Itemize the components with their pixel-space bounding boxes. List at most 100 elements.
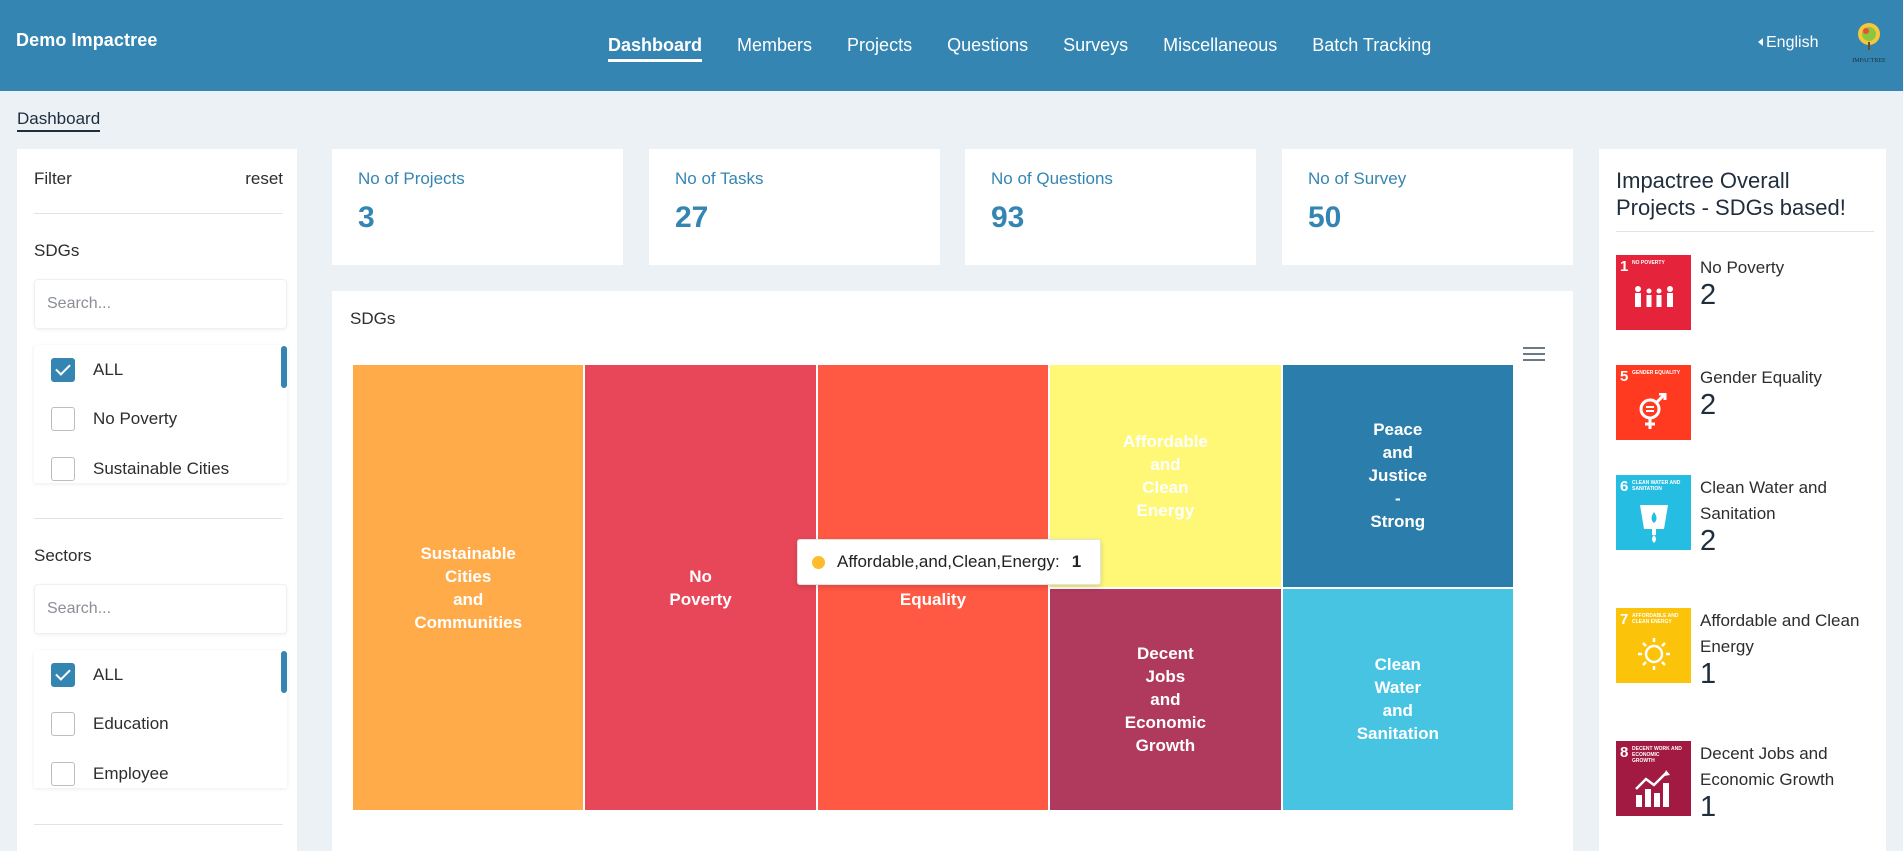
stat-value: 93 [991,201,1025,234]
treemap-tile-label: Decent Jobs and Economic Growth [1124,643,1206,755]
sdg-count: 2 [1700,389,1717,421]
sdgs-treemap: Sustainable Cities and Communities No Pov… [352,364,1514,811]
nav-members[interactable]: Members [737,29,812,62]
option-label: Education [93,714,169,734]
checkbox-checked[interactable] [51,662,75,687]
divider [34,824,283,825]
checkbox[interactable] [51,712,75,737]
sdg-count: 1 [1700,658,1717,690]
stat-value: 27 [675,201,709,234]
chart-tooltip: Affordable,and,Clean,Energy: 1 [797,539,1101,585]
stat-value: 50 [1308,201,1342,234]
treemap-tile[interactable]: Gender Equality [816,364,1050,811]
sdgs-filter-title: SDGs [34,241,80,260]
option-label: No Poverty [93,409,178,429]
option-label: ALL [93,664,124,684]
logo-text: IMPACTREE [1852,58,1886,64]
top-navbar: Demo Impactree Dashboard Members Project… [0,0,1903,91]
sector-option-education[interactable]: Education [34,700,287,750]
filter-header: Filter reset [34,169,283,189]
nav-questions[interactable]: Questions [947,29,1028,62]
nav-projects[interactable]: Projects [847,29,912,62]
treemap-tile[interactable]: No Poverty [584,364,817,811]
sdg-7-tile: 7 AFFORDABLE AND CLEAN ENERGY [1616,608,1691,683]
main-nav: Dashboard Members Projects Questions Sur… [608,0,1466,91]
sdg-count: 1 [1700,791,1717,823]
stat-label: No of Questions [991,169,1113,188]
treemap-tile[interactable]: Decent Jobs and Economic Growth [1049,587,1282,811]
sdg-8-tile: 8 DECENT WORK AND ECONOMIC GROWTH [1616,741,1691,816]
sectors-search-input[interactable] [34,584,287,634]
stat-card-tasks: No of Tasks 27 [649,149,940,265]
stat-label: No of Survey [1308,169,1407,188]
nav-surveys[interactable]: Surveys [1063,29,1128,62]
gender-icon [1639,393,1667,429]
sdg-item-decent-jobs: 8 DECENT WORK AND ECONOMIC GROWTH Decent… [1616,741,1876,823]
sdg-item-no-poverty: 1 NO POVERTY No Poverty 2 [1616,255,1876,330]
sdg-item-gender-equality: 5 GENDER EQUALITY Gender Equality 2 [1616,365,1876,440]
chart-title: SDGs [350,309,396,328]
checkbox-checked[interactable] [51,357,75,382]
sdg-option-no-poverty[interactable]: No Poverty [34,395,287,445]
tooltip-label: Affordable,and,Clean,Energy: [837,552,1060,571]
stat-label: No of Tasks [675,169,764,188]
sdg-item-affordable-energy: 7 AFFORDABLE AND CLEAN ENERGY Affordable… [1616,608,1876,690]
sdg-count: 2 [1700,525,1717,557]
scrollbar-thumb[interactable] [281,651,287,693]
treemap-tile[interactable]: Sustainable Cities and Communities [352,364,585,811]
stat-card-surveys: No of Survey 50 [1282,149,1573,265]
treemap-tile-label: Sustainable Cities and Communities [414,543,523,632]
sdgs-checklist[interactable]: ALL No Poverty Sustainable Cities [34,345,287,483]
stat-value: 3 [358,201,375,234]
divider [34,213,283,214]
sdgs-search-input[interactable] [34,279,287,329]
option-label: Sustainable Cities [93,458,230,478]
caret-left-icon [1758,38,1763,46]
divider [34,518,283,519]
sdg-option-sustainable-cities[interactable]: Sustainable Cities [34,444,287,483]
water-icon [1640,505,1668,543]
sdg-1-tile: 1 NO POVERTY [1616,255,1691,330]
people-icon [1635,286,1673,307]
nav-miscellaneous[interactable]: Miscellaneous [1163,29,1277,62]
scrollbar-thumb[interactable] [281,346,287,388]
sdg-6-tile: 6 CLEAN WATER AND SANITATION [1616,475,1691,550]
sdg-name: No Poverty [1700,258,1785,277]
breadcrumb[interactable]: Dashboard [17,109,101,132]
nav-dashboard[interactable]: Dashboard [608,29,703,62]
checkbox[interactable] [51,407,75,432]
sector-option-all[interactable]: ALL [34,650,287,700]
treemap-tile[interactable]: Clean Water and Sanitation [1281,587,1514,811]
nav-batch-tracking[interactable]: Batch Tracking [1312,29,1431,62]
stat-card-projects: No of Projects 3 [332,149,623,265]
sectors-filter-title: Sectors [34,546,92,565]
overall-sdgs-panel: Impactree Overall Projects - SDGs based!… [1599,149,1886,851]
sdg-name: Clean Water and Sanitation [1700,478,1827,523]
tooltip-value: 1 [1071,552,1082,571]
sectors-checklist[interactable]: ALL Education Employee [34,650,287,788]
checkbox[interactable] [51,761,75,786]
sdg-name: Affordable and Clean Energy [1700,611,1860,656]
option-label: ALL [93,359,124,379]
language-selector[interactable]: English [1758,34,1818,52]
treemap-tile[interactable]: Peace and Justice - Strong [1281,364,1514,588]
sdg-option-all[interactable]: ALL [34,345,287,395]
treemap-tile-label: Peace and Justice - Strong [1368,420,1428,532]
growth-chart-icon [1635,770,1670,807]
sector-option-employee[interactable]: Employee [34,749,287,788]
overall-title: Impactree Overall Projects - SDGs based! [1616,167,1874,232]
sdg-name: Decent Jobs and Economic Growth [1700,744,1835,789]
tooltip-color-dot [812,555,825,569]
sdg-name: Gender Equality [1700,368,1822,387]
sdg-5-tile: 5 GENDER EQUALITY [1616,365,1691,440]
chart-menu-icon[interactable] [1523,347,1545,363]
treemap-tile-label: Affordable and Clean Energy [1122,431,1208,520]
reset-button[interactable]: reset [245,169,283,189]
brand-name[interactable]: Demo Impactree [16,30,157,51]
filter-sidebar: Filter reset SDGs ALL No Poverty Sustain… [17,149,297,851]
impactree-logo[interactable]: IMPACTREE [1848,18,1890,66]
sun-icon [1638,638,1670,670]
sdg-count: 2 [1700,279,1717,311]
checkbox[interactable] [51,456,75,481]
language-label: English [1766,34,1819,51]
